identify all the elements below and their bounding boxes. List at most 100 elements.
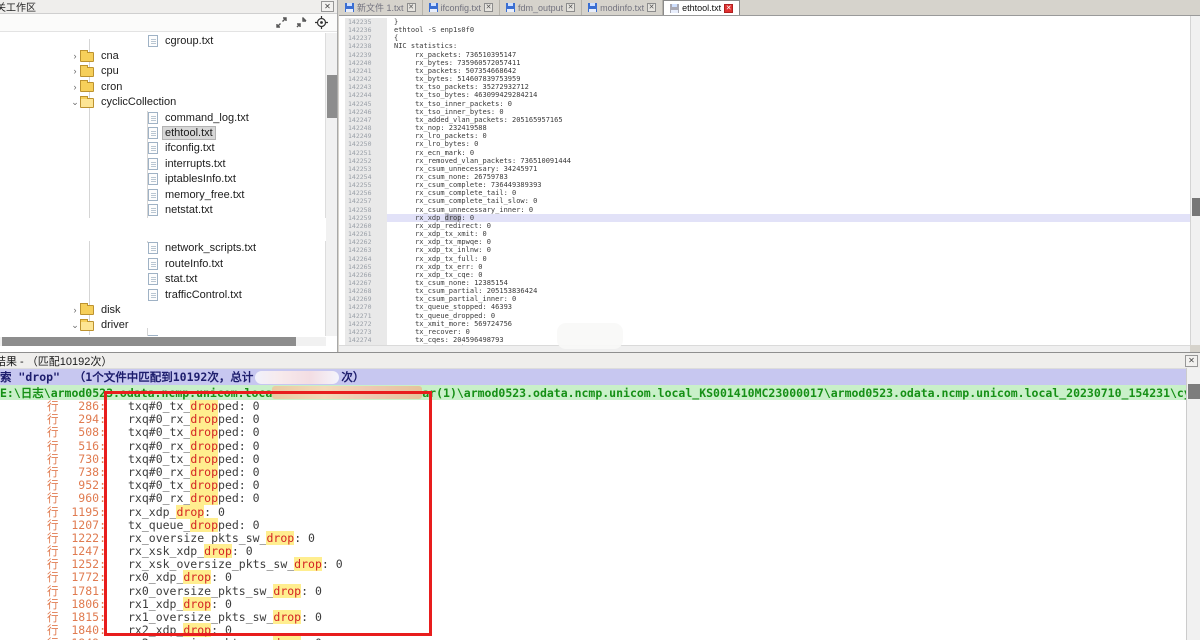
code-line[interactable]: 142242 tx_bytes: 514607839753959 [339,75,1190,83]
code-line[interactable]: 142274 tx_cqes: 204596498793 [339,336,1190,344]
code-line[interactable]: 142236ethtool -S enp1s0f0 [339,26,1190,34]
code-line[interactable]: 142264 rx_xdp_tx_full: 0 [339,255,1190,263]
code-line[interactable]: 142252 rx_removed_vlan_packets: 73651009… [339,157,1190,165]
chevron-right-icon[interactable]: › [70,66,80,76]
tree-vertical-scrollbar[interactable] [325,33,337,336]
tree-item[interactable]: ifconfig.txt [0,141,326,156]
code-line[interactable]: 142244 tx_tso_bytes: 463099429284214 [339,91,1190,99]
chevron-right-icon[interactable]: › [70,51,80,61]
tree-item[interactable]: netstat.txt [0,202,326,217]
code-line[interactable]: 142273 tx_recover: 0 [339,328,1190,336]
code-line[interactable]: 142241 tx_packets: 507354668642 [339,67,1190,75]
result-row[interactable]: 行730:txq#0_tx_dropped: 0 [0,453,1186,466]
expand-all-icon[interactable] [275,16,288,29]
code-line[interactable]: 142258 rx_csum_unnecessary_inner: 0 [339,206,1190,214]
result-row[interactable]: 行960:rxq#0_rx_dropped: 0 [0,492,1186,505]
tab-close-icon[interactable]: ✕ [724,4,733,13]
code-line[interactable]: 142269 tx_csum_partial_inner: 0 [339,295,1190,303]
code-line[interactable]: 142267 tx_csum_none: 12385154 [339,279,1190,287]
tree-item[interactable]: stat.txt [0,271,326,286]
editor-tab[interactable]: ifconfig.txt✕ [423,0,501,15]
chevron-down-icon[interactable]: ⌄ [70,97,80,107]
editor-code-area[interactable]: 142235}142236ethtool -S enp1s0f0142237{1… [339,16,1190,345]
code-line[interactable]: 142246 tx_tso_inner_bytes: 0 [339,108,1190,116]
result-row[interactable]: 行1772:rx0_xdp_drop: 0 [0,571,1186,584]
code-line[interactable]: 142270 tx_queue_stopped: 46393 [339,303,1190,311]
code-line[interactable]: 142260 rx_xdp_redirect: 0 [339,222,1190,230]
tree-item[interactable]: trafficControl.txt [0,287,326,302]
tree-item[interactable]: cgroup.txt [0,33,326,48]
tree-item[interactable]: ›disk [0,302,326,317]
tree-item[interactable]: routeInfo.txt [0,256,326,271]
code-line[interactable]: 142235} [339,18,1190,26]
tree-item[interactable]: ⌄cyclicCollection [0,95,326,110]
tab-close-icon[interactable]: ✕ [407,3,416,12]
chevron-right-icon[interactable]: › [70,305,80,315]
code-line[interactable]: 142245 tx_tso_inner_packets: 0 [339,100,1190,108]
code-line[interactable]: 142256 rx_csum_complete_tail: 0 [339,189,1190,197]
code-line[interactable]: 142250 rx_lro_bytes: 0 [339,140,1190,148]
code-line[interactable]: 142253 rx_csum_unnecessary: 34245971 [339,165,1190,173]
workspace-close-icon[interactable]: ✕ [321,1,334,12]
code-line[interactable]: 142263 rx_xdp_tx_inlnw: 0 [339,246,1190,254]
results-vertical-scrollbar-thumb[interactable] [1188,384,1200,399]
code-line[interactable]: 142255 rx_csum_complete: 736449389393 [339,181,1190,189]
search-summary-row[interactable]: 索 "drop" （1个文件中匹配到10192次，总计 次） [0,369,1186,385]
tree-vertical-scrollbar-thumb[interactable] [327,75,337,118]
code-line[interactable]: 142237{ [339,34,1190,42]
result-row[interactable]: 行508:txq#0_tx_dropped: 0 [0,426,1186,439]
tab-close-icon[interactable]: ✕ [484,3,493,12]
tree-item[interactable]: lsmod.txt [0,333,326,336]
editor-tab[interactable]: ethtool.txt✕ [663,0,740,15]
editor-tab[interactable]: fdm_output✕ [500,0,582,15]
code-line[interactable]: 142254 rx_csum_none: 26759783 [339,173,1190,181]
tree-item[interactable]: interrupts.txt [0,156,326,171]
tree-item[interactable]: network_scripts.txt [0,241,326,256]
code-line[interactable]: 142266 rx_xdp_tx_cqe: 0 [339,271,1190,279]
tab-close-icon[interactable]: ✕ [647,3,656,12]
tab-close-icon[interactable]: ✕ [566,3,575,12]
editor-vertical-scrollbar[interactable] [1190,16,1200,345]
tree-horizontal-scrollbar-thumb[interactable] [2,337,296,346]
editor-horizontal-scrollbar[interactable] [339,345,1190,352]
code-line[interactable]: 142257 rx_csum_complete_tail_slow: 0 [339,197,1190,205]
editor-tab[interactable]: modinfo.txt✕ [582,0,663,15]
tree-item[interactable]: ethtool.txt [0,125,326,140]
chevron-down-icon[interactable]: ⌄ [70,320,80,330]
code-line[interactable]: 142259 rx_xdp_drop: 0 [339,214,1190,222]
tree-horizontal-scrollbar[interactable] [0,337,326,346]
tree-item[interactable]: memory_free.txt [0,187,326,202]
editor-vertical-scrollbar-thumb[interactable] [1192,198,1200,216]
code-line[interactable]: 142265 rx_xdp_tx_err: 0 [339,263,1190,271]
code-line[interactable]: 142271 tx_queue_dropped: 0 [339,312,1190,320]
code-line[interactable]: 142247 tx_added_vlan_packets: 2051659571… [339,116,1190,124]
code-line[interactable]: 142243 tx_tso_packets: 35272932712 [339,83,1190,91]
result-row[interactable]: 行516:rxq#0_rx_dropped: 0 [0,440,1186,453]
tree-item[interactable]: ›cna [0,48,326,63]
code-line[interactable]: 142251 rx_ecn_mark: 0 [339,149,1190,157]
result-row[interactable]: 行1195:rx_xdp_drop: 0 [0,506,1186,519]
result-file-path-row[interactable]: E:\日志\armod0523.odata.ncmp.unicom.loca a… [0,385,1186,400]
editor-tab[interactable]: 新文件 1.txt✕ [339,0,423,15]
tree-item[interactable]: ›cpu [0,64,326,79]
tree-item[interactable]: iptablesInfo.txt [0,172,326,187]
code-line[interactable]: 142239 rx_packets: 736510395147 [339,51,1190,59]
tree-item[interactable]: command_log.txt [0,110,326,125]
tree-item[interactable]: ›cron [0,79,326,94]
chevron-right-icon[interactable]: › [70,82,80,92]
code-line[interactable]: 142249 rx_lro_packets: 0 [339,132,1190,140]
collapse-all-icon[interactable] [295,16,308,29]
code-line[interactable]: 142272 tx_xmit_more: 569724756 [339,320,1190,328]
result-row[interactable]: 行1207:tx_queue_dropped: 0 [0,519,1186,532]
code-line[interactable]: 142240 rx_bytes: 735960572057411 [339,59,1190,67]
code-line[interactable]: 142248 tx_nop: 232419588 [339,124,1190,132]
locate-file-icon[interactable] [315,16,328,29]
result-row[interactable]: 行1781:rx0_oversize_pkts_sw_drop: 0 [0,585,1186,598]
code-line[interactable]: 142262 rx_xdp_tx_mpwqe: 0 [339,238,1190,246]
code-line[interactable]: 142268 tx_csum_partial: 205153836424 [339,287,1190,295]
tree-item[interactable]: ⌄driver [0,318,326,333]
results-close-icon[interactable]: ✕ [1185,355,1198,367]
code-line[interactable]: 142238NIC statistics: [339,42,1190,50]
code-line[interactable]: 142261 rx_xdp_tx_xmit: 0 [339,230,1190,238]
results-vertical-scrollbar[interactable] [1186,368,1200,640]
